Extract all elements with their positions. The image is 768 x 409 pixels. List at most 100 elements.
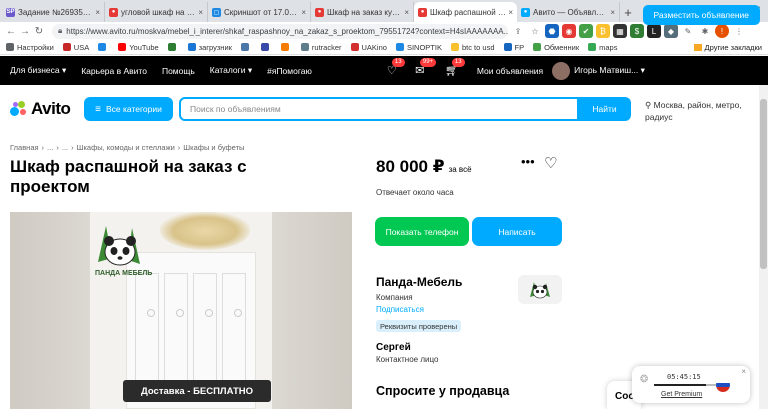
extension-icon[interactable]: ✎ xyxy=(681,24,695,38)
tab-close-icon[interactable]: × xyxy=(301,8,306,17)
user-avatar[interactable] xyxy=(552,61,571,80)
extension-icon[interactable]: ◆ xyxy=(664,24,678,38)
browser-tab[interactable]: ●Шкаф распашной на заказ× xyxy=(414,2,517,22)
search-input[interactable]: Поиск по объявлениям xyxy=(179,97,579,121)
write-message-button[interactable]: Написать xyxy=(472,217,562,246)
bookmark-icon xyxy=(300,43,309,51)
vpn-progress-fill xyxy=(654,384,706,386)
back-icon[interactable]: ← xyxy=(4,26,18,37)
browser-tab[interactable]: ● Авито — Объявления × xyxy=(517,2,620,22)
extension-icon[interactable]: ⬣ xyxy=(545,24,559,38)
favorites-heart-icon[interactable]: ♡ 13 xyxy=(385,57,405,78)
vpn-close-icon[interactable]: × xyxy=(741,367,746,376)
search-button[interactable]: Найти xyxy=(578,97,631,121)
location-label: Москва, район, метро, радиус xyxy=(645,100,742,122)
share-icon[interactable]: ⇪ xyxy=(511,24,525,38)
bookmark-label: USA xyxy=(73,42,90,52)
all-categories-button[interactable]: ≡ Все категории xyxy=(84,97,173,121)
chandelier-shape xyxy=(160,212,250,250)
bookmark-label: UAKino xyxy=(361,42,387,52)
url-bar[interactable]: 🔒︎ https://www.avito.ru/moskva/mebel_i_i… xyxy=(52,23,508,39)
bookmark-icon xyxy=(118,43,127,51)
get-premium-link[interactable]: Get Premium xyxy=(661,391,702,398)
location-selector[interactable]: ⚲ Москва, район, метро, радиус xyxy=(645,99,763,123)
extension-icon[interactable]: $ xyxy=(630,24,644,38)
bookmark-item[interactable]: загрузник xyxy=(187,43,232,52)
bookmark-item[interactable]: rutracker xyxy=(300,43,342,52)
extension-icon[interactable]: ₿ xyxy=(596,24,610,38)
extension-icon[interactable]: ◉ xyxy=(562,24,576,38)
bookmark-star-icon[interactable]: ☆ xyxy=(528,24,542,38)
for-business-link[interactable]: Для бизнеса ▾ xyxy=(10,65,66,76)
other-bookmarks[interactable]: Другие закладки xyxy=(693,43,762,52)
reload-icon[interactable]: ↻ xyxy=(32,26,46,37)
bookmark-item[interactable] xyxy=(280,43,292,51)
menu-icon: ≡ xyxy=(95,103,101,115)
user-menu[interactable]: Игорь Матвиш... ▾ xyxy=(574,65,645,76)
panda-avatar-icon xyxy=(530,281,550,298)
browser-tab[interactable]: ●угловой шкаф на заказ× xyxy=(105,2,208,22)
seller-name[interactable]: Панда-Мебель xyxy=(376,275,462,289)
messages-icon[interactable]: ✉ 99+ xyxy=(413,57,437,78)
folder-icon xyxy=(693,44,702,51)
bookmark-item[interactable] xyxy=(98,43,109,51)
bookmark-item[interactable]: Настройки xyxy=(6,43,54,52)
bookmark-item[interactable]: YouTube xyxy=(118,42,159,52)
browser-tab[interactable]: ▢Скриншот от 17.02.2022× xyxy=(208,2,311,22)
bookmark-item[interactable]: FP xyxy=(503,43,524,52)
extension-icon[interactable]: L xyxy=(647,24,661,38)
breadcrumb-item[interactable]: ... xyxy=(62,143,68,152)
avito-logo[interactable]: Avito xyxy=(10,99,71,119)
breadcrumb-item[interactable]: Шкафы, комоды и стеллажи xyxy=(77,143,175,152)
cart-icon[interactable]: 🛒︎ 13 xyxy=(445,57,465,78)
bookmark-item[interactable]: btc to usd xyxy=(450,43,495,52)
bookmark-item[interactable]: USA xyxy=(62,42,90,52)
bookmark-item[interactable]: UAKino xyxy=(350,42,387,52)
extensions-puzzle-icon[interactable]: ✱ xyxy=(698,24,712,38)
tab-close-icon[interactable]: × xyxy=(95,8,100,17)
browser-tab[interactable]: SPЗадание №2693514 - ...× xyxy=(2,2,105,22)
more-options-icon[interactable]: ••• xyxy=(521,154,535,169)
add-to-favorites-icon[interactable]: ♡ xyxy=(544,154,557,172)
catalogs-link[interactable]: Каталоги ▾ xyxy=(210,65,252,76)
breadcrumb-item[interactable]: Главная xyxy=(10,143,39,152)
bookmark-item[interactable] xyxy=(167,43,179,51)
bookmark-label: SINOPTIK xyxy=(406,42,442,52)
contact-name: Сергей xyxy=(376,342,411,353)
breadcrumb-item[interactable]: ... xyxy=(47,143,53,152)
extension-icon[interactable]: ▦ xyxy=(613,24,627,38)
bookmark-item[interactable]: SINOPTIK xyxy=(395,42,442,52)
tab-title: Шкаф на заказ купить xyxy=(327,7,403,17)
help-link[interactable]: Помощь xyxy=(162,66,195,76)
tab-close-icon[interactable]: × xyxy=(404,8,409,17)
bookmark-item[interactable] xyxy=(260,43,272,51)
my-ads-link[interactable]: Мои объявления xyxy=(477,66,543,76)
bookmark-item[interactable]: Обменник xyxy=(533,43,579,52)
subscribe-link[interactable]: Подписаться xyxy=(376,305,424,314)
bookmark-item[interactable] xyxy=(240,43,252,51)
show-phone-button[interactable]: Показать телефон xyxy=(375,217,469,246)
bookmark-label: Настройки xyxy=(17,42,54,52)
ihelp-link[interactable]: #яПомогаю xyxy=(267,66,312,76)
place-ad-button[interactable]: Разместить объявление xyxy=(642,5,760,25)
tab-close-icon[interactable]: × xyxy=(610,8,615,17)
tab-close-icon[interactable]: × xyxy=(198,8,203,17)
tab-close-icon[interactable]: × xyxy=(508,8,513,17)
russia-flag-icon[interactable] xyxy=(716,378,730,392)
scrollbar-thumb[interactable] xyxy=(760,99,767,269)
career-link[interactable]: Карьера в Авито xyxy=(81,66,147,76)
tab-favicon-icon: ▢ xyxy=(212,7,221,17)
listing-photo[interactable]: ПАНДА МЕБЕЛЬ Доставка - БЕСПЛАТНО xyxy=(10,212,352,409)
profile-icon[interactable]: ! xyxy=(715,24,729,38)
breadcrumb-item[interactable]: Шкафы и буфеты xyxy=(183,143,244,152)
page-scrollbar[interactable] xyxy=(759,85,768,409)
bookmark-item[interactable]: maps xyxy=(588,43,617,52)
tab-favicon-icon: ● xyxy=(418,7,427,17)
extension-icon[interactable]: ✔ xyxy=(579,24,593,38)
browser-tab[interactable]: ● Шкаф на заказ купить × xyxy=(311,2,414,22)
seller-avatar[interactable] xyxy=(518,275,562,304)
forward-icon[interactable]: → xyxy=(18,26,32,37)
bookmark-label: YouTube xyxy=(129,42,159,52)
new-tab-icon[interactable]: + xyxy=(620,2,636,22)
menu-dots-icon[interactable]: ⋮ xyxy=(732,24,746,38)
